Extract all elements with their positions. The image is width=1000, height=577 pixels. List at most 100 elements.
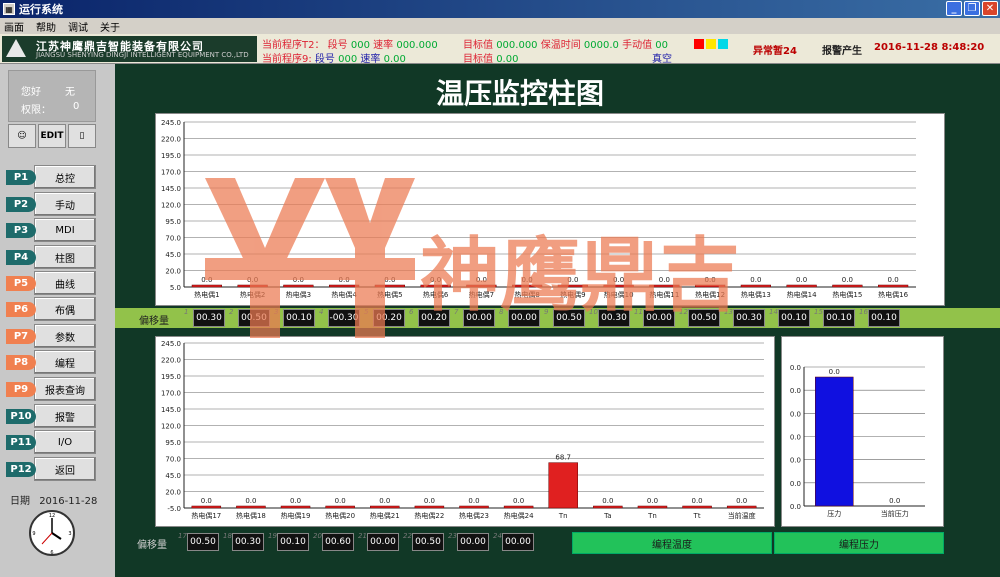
offset-value-field[interactable]: 00.00 <box>367 533 399 551</box>
sidebar: 您好 无 权限： 0 ☺ EDIT ▯ P1 总控 P2 手动 P3 MDI P4 柱图… <box>0 64 115 577</box>
x-category-label: 热电偶20 <box>325 511 355 520</box>
bar-value-label: 0.0 <box>692 497 703 505</box>
perm-value: 0 <box>73 101 80 112</box>
nav-button-barchart[interactable]: 柱图 <box>34 245 96 269</box>
date-panel: 日期 2016-11-28 <box>10 492 97 507</box>
nav-button-mdi[interactable]: MDI <box>34 218 96 242</box>
nav-tag: P1 <box>6 170 36 185</box>
offset-value-field[interactable]: 00.00 <box>463 309 495 327</box>
nav-button-overview[interactable]: 总控 <box>34 165 96 189</box>
bar <box>593 505 623 509</box>
bar-value-label: 0.0 <box>736 497 747 505</box>
nav-p2[interactable]: P2 手动 <box>6 192 98 216</box>
offset-value-field[interactable]: 00.00 <box>457 533 489 551</box>
nav-button-manual[interactable]: 手动 <box>34 192 96 216</box>
nav-p6[interactable]: P6 布偶 <box>6 297 98 321</box>
offset-value-field[interactable]: 00.10 <box>283 309 315 327</box>
nav-p12[interactable]: P12 返回 <box>6 457 98 481</box>
maximize-button[interactable]: ❐ <box>964 1 980 16</box>
offset-value-field[interactable]: 00.20 <box>418 309 450 327</box>
y-tick-label: 45.0 <box>165 251 181 259</box>
offset-value-field[interactable]: 00.30 <box>598 309 630 327</box>
offset-value-field[interactable]: 00.20 <box>373 309 405 327</box>
offset-value-field[interactable]: 00.00 <box>502 533 534 551</box>
x-category-label: 热电偶17 <box>191 511 221 520</box>
nav-p10[interactable]: P10 报警 <box>6 404 98 428</box>
x-category-label: 热电偶4 <box>331 290 357 299</box>
nav-button-back[interactable]: 返回 <box>34 457 96 481</box>
bar <box>726 505 757 509</box>
offset-value-field[interactable]: 00.30 <box>232 533 264 551</box>
login-icon[interactable]: ☺ <box>8 124 36 148</box>
offset-value-field[interactable]: 00.00 <box>643 309 675 327</box>
offset-index: 16 <box>859 308 868 316</box>
program-pressure-button[interactable]: 编程压力 <box>774 532 944 554</box>
offset-value-field[interactable]: 00.50 <box>553 309 585 327</box>
y-tick-label: 95.0 <box>165 218 181 226</box>
nav-button-report[interactable]: 报表查询 <box>34 377 96 401</box>
offset-value-field[interactable]: 00.50 <box>688 309 720 327</box>
offset-row-top: 偏移量 1 00.30 2 00.50 3 00.10 4 -00.30 5 00.20 6 00.2… <box>115 308 1000 328</box>
offset-value-field[interactable]: 00.30 <box>733 309 765 327</box>
offset-value-field[interactable]: 00.50 <box>238 309 270 327</box>
nav-p8[interactable]: P8 编程 <box>6 350 98 374</box>
bar <box>325 505 355 509</box>
offset-value-field[interactable]: 00.10 <box>277 533 309 551</box>
nav-button-io[interactable]: I/O <box>34 430 96 454</box>
nav-p4[interactable]: P4 柱图 <box>6 245 98 269</box>
offset-value-field[interactable]: -00.30 <box>328 309 360 327</box>
nav-button-curve[interactable]: 曲线 <box>34 271 96 295</box>
offset-index: 24 <box>493 532 502 540</box>
nav-p3[interactable]: P3 MDI <box>6 218 98 242</box>
program-temperature-button[interactable]: 编程温度 <box>572 532 772 554</box>
menu-screen[interactable]: 画面 <box>4 19 24 34</box>
x-category-label: 热电偶1 <box>194 290 219 299</box>
x-category-label: 热电偶7 <box>469 290 494 299</box>
offset-value-field[interactable]: 00.00 <box>508 309 540 327</box>
bar <box>815 376 854 507</box>
offset-value-field[interactable]: 00.30 <box>193 309 225 327</box>
status-red-indicator <box>694 39 704 49</box>
bar <box>695 284 726 288</box>
status-cyan-indicator <box>718 39 728 49</box>
menu-help[interactable]: 帮助 <box>36 19 56 34</box>
bar-value-label: 0.0 <box>290 497 301 505</box>
nav-p5[interactable]: P5 曲线 <box>6 271 98 295</box>
bar <box>191 284 222 288</box>
y-tick-label: 170.0 <box>161 390 181 398</box>
analog-clock-icon: 12 3 6 9 <box>29 510 75 556</box>
hold-label: 保温时间 <box>540 40 581 51</box>
bar-value-label: 0.0 <box>468 497 479 505</box>
nav-p1[interactable]: P1 总控 <box>6 165 98 189</box>
exit-door-icon[interactable]: ▯ <box>68 124 96 148</box>
offset-value-field[interactable]: 00.50 <box>412 533 444 551</box>
nav-p11[interactable]: P11 I/O <box>6 430 98 454</box>
offset-index: 18 <box>223 532 232 540</box>
offset-value-field[interactable]: 00.10 <box>823 309 855 327</box>
bar <box>329 284 360 288</box>
nav-button-params[interactable]: 参数 <box>34 324 96 348</box>
edit-button[interactable]: EDIT <box>38 124 66 148</box>
menu-debug[interactable]: 调试 <box>68 19 88 34</box>
offset-value-field[interactable]: 00.10 <box>778 309 810 327</box>
offset-value-field[interactable]: 00.50 <box>187 533 219 551</box>
minimize-button[interactable]: _ <box>946 1 962 16</box>
menu-about[interactable]: 关于 <box>100 19 120 34</box>
nav-p7[interactable]: P7 参数 <box>6 324 98 348</box>
close-button[interactable]: ✕ <box>982 1 998 16</box>
bar <box>557 284 588 288</box>
offset-index: 1 <box>184 308 189 316</box>
bar-value-label: 0.0 <box>335 497 346 505</box>
nav-button-layout[interactable]: 布偶 <box>34 297 96 321</box>
toolbar-icons: ☺ EDIT ▯ <box>8 124 96 148</box>
bar <box>414 505 445 509</box>
bar-value-label: 0.0 <box>476 276 487 284</box>
nav-p9[interactable]: P9 报表查询 <box>6 377 98 401</box>
offset-value-field[interactable]: 00.10 <box>868 309 900 327</box>
offset-index: 12 <box>679 308 688 316</box>
nav-tag: P8 <box>6 355 36 370</box>
offset-value-field[interactable]: 00.60 <box>322 533 354 551</box>
svg-text:3: 3 <box>68 531 71 537</box>
nav-button-alarm[interactable]: 报警 <box>34 404 96 428</box>
nav-button-program[interactable]: 编程 <box>34 350 96 374</box>
